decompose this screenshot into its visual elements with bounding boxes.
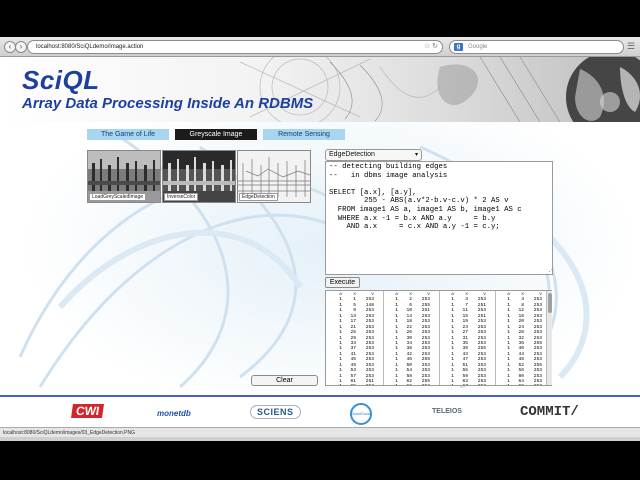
reload-icon[interactable]: ↻ (432, 43, 438, 50)
demo-select-value: EdgeDetection (329, 151, 375, 158)
table-row: 166253 (386, 384, 436, 385)
page-title: SciQL (22, 65, 100, 95)
scrollbar-thumb[interactable] (548, 293, 552, 313)
query-editor[interactable]: -- detecting building edges -- in dbms i… (325, 161, 553, 275)
chevron-down-icon: ▾ (414, 152, 418, 158)
result-column-block: a x v 1 2 253 1 6 255 1 10 251 1 14 253 1 18 253 1 22 253 1 26… (386, 292, 436, 385)
column-divider (439, 291, 440, 385)
table-cell: 253 (356, 384, 374, 385)
tab-game-of-life[interactable]: The Game of Life (87, 129, 169, 140)
thumbnail-inverse-color[interactable]: InverseColor (162, 150, 236, 203)
clear-button[interactable]: Clear (251, 375, 318, 386)
page-subtitle: Array Data Processing Inside An RDBMS (22, 95, 314, 112)
table-cell: 67 (454, 384, 468, 385)
table-row: 168253 (498, 384, 548, 385)
thumbnail-edge-detection[interactable]: EdgeDetection (237, 150, 311, 203)
google-icon[interactable]: g (454, 43, 463, 51)
thumbnail-load-greyscale[interactable]: LoadGreyScaledImage (87, 150, 161, 203)
demo-tabs: The Game of Life Greyscale Image Remote … (87, 129, 487, 140)
sciens-logo: SCIENS (250, 405, 301, 419)
bookmarks-menu-icon[interactable]: ☰ (627, 41, 635, 52)
page-content: SciQL Array Data Processing Inside An RD… (0, 57, 640, 427)
url-text: localhost:8080/SciQLdemo/image.action (36, 44, 144, 50)
planetdata-logo: PlanetData (350, 403, 372, 425)
demo-select[interactable]: EdgeDetection ▾ (325, 149, 422, 161)
thumbnail-label: InverseColor (164, 193, 199, 201)
resize-grip-icon[interactable]: ⋰ (546, 268, 553, 276)
commit-logo: COMMIT/ (520, 404, 579, 420)
search-placeholder: Google (468, 44, 488, 50)
results-scrollbar[interactable] (546, 291, 552, 385)
column-divider (495, 291, 496, 385)
address-bar[interactable]: localhost:8080/SciQLdemo/image.action ☆ … (27, 40, 443, 54)
column-divider (383, 291, 384, 385)
bookmark-star-icon[interactable]: ☆ (424, 43, 430, 50)
result-column-block: a x v 1 4 253 1 8 253 1 12 253 1 16 253 1 20 253 1 24 253 1 28… (498, 292, 548, 385)
table-cell: 253 (524, 384, 542, 385)
tab-remote-sensing[interactable]: Remote Sensing (263, 129, 345, 140)
browser-toolbar: ‹ › localhost:8080/SciQLdemo/image.actio… (0, 37, 640, 57)
cwi-logo: CWI (71, 404, 105, 418)
table-cell: 66 (398, 384, 412, 385)
execute-button[interactable]: Execute (325, 277, 360, 288)
result-column-block: a x v 1 3 253 1 7 251 1 11 253 1 15 251 1 19 253 1 23 253 1 27… (442, 292, 492, 385)
table-cell: 253 (468, 384, 486, 385)
table-cell: 1 (498, 384, 510, 385)
tab-greyscale-image[interactable]: Greyscale Image (175, 129, 257, 140)
window-bottom-edge (0, 437, 640, 441)
table-cell: 1 (386, 384, 398, 385)
monetdb-logo: monetdb (157, 409, 191, 418)
search-input[interactable]: g Google (449, 40, 624, 54)
result-column-block: a x v 1 1 253 1 5 148 1 9 253 1 13 253 1 17 253 1 21 253 1 25 2… (330, 292, 380, 385)
header-banner: SciQL Array Data Processing Inside An RD… (0, 57, 640, 122)
footer-logos: CWI monetdb SCIENS PlanetData TELEIOS CO… (0, 395, 640, 427)
thumbnail-label: LoadGreyScaledImage (89, 193, 147, 201)
results-table: a x v 1 1 253 1 5 148 1 9 253 1 13 253 1 17 253 1 21 253 1 25 2… (325, 290, 552, 386)
forward-icon[interactable]: › (15, 41, 27, 53)
table-cell: 68 (510, 384, 524, 385)
thumbnail-label: EdgeDetection (239, 193, 278, 201)
table-cell: 253 (412, 384, 430, 385)
table-cell: 1 (330, 384, 342, 385)
teleios-logo: TELEIOS (432, 408, 462, 415)
table-cell: 1 (442, 384, 454, 385)
table-row: 165253 (330, 384, 380, 385)
status-bar: localhost:8080/SciQLdemo/images/03_EdgeD… (0, 427, 640, 437)
table-row: 167253 (442, 384, 492, 385)
table-cell: 65 (342, 384, 356, 385)
